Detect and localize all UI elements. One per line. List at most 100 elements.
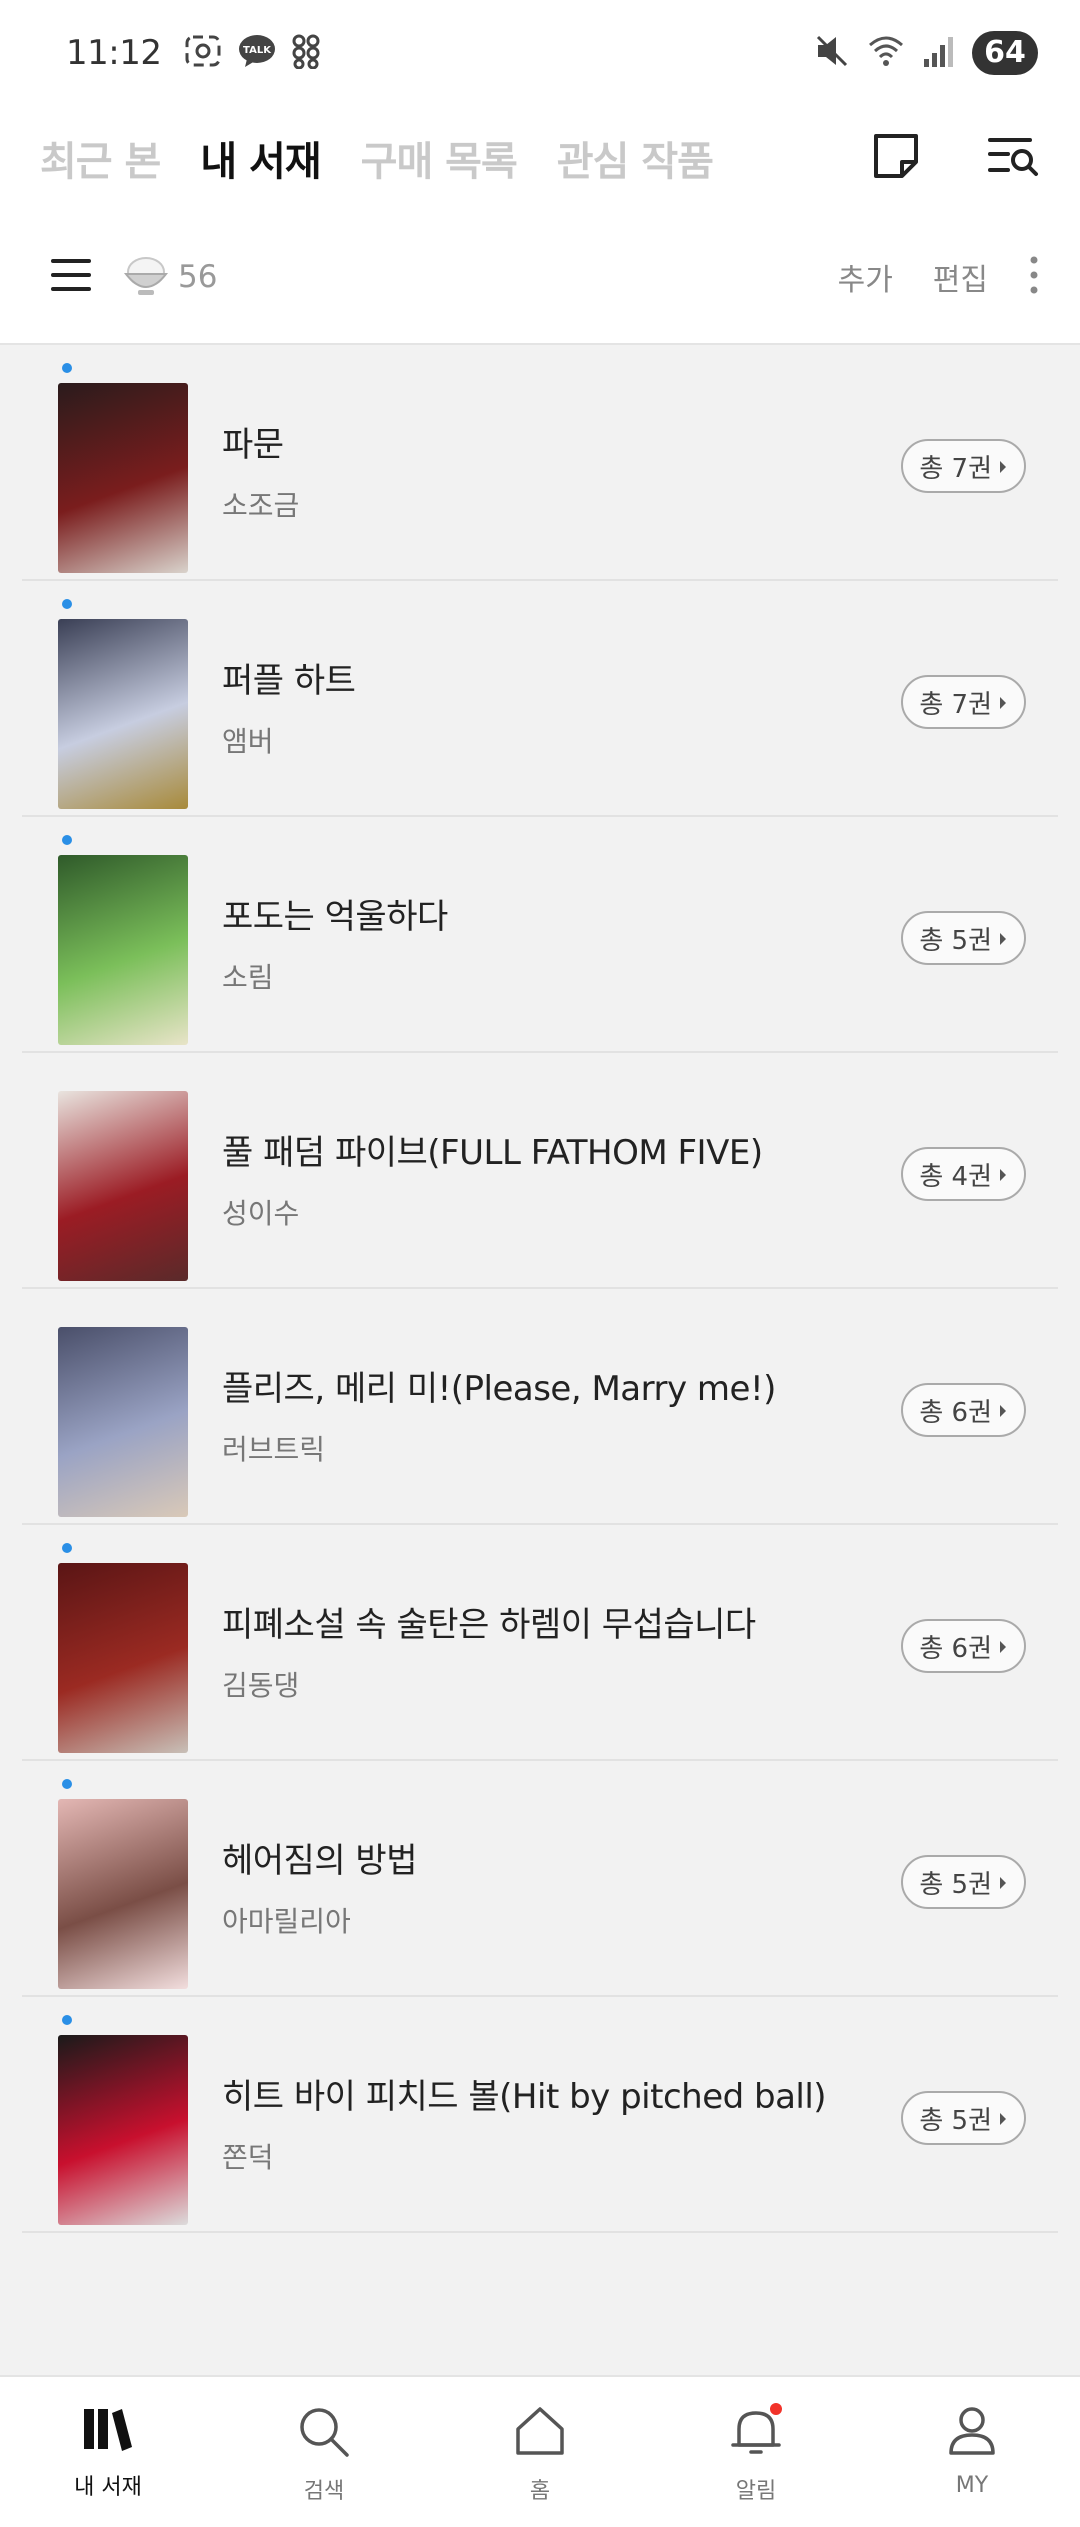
book-row[interactable]: 퍼플 하트 앰버 총 7권 [22,581,1058,817]
talk-icon: TALK [237,33,277,73]
volume-count-label: 총 6권 [919,1397,992,1428]
book-row[interactable]: 플리즈, 메리 미!(Please, Marry me!) 러브트릭 총 6권 [22,1289,1058,1525]
book-title: 포도는 억울하다 [222,897,448,937]
book-author: 쫀덕 [222,2141,274,2174]
app-grid-icon [291,33,321,73]
nav-home[interactable]: 홈 [432,2377,648,2527]
book-title: 헤어짐의 방법 [222,1841,418,1881]
volume-count-button[interactable]: 총 5권 [901,1855,1026,1909]
search-icon [297,2405,351,2461]
new-indicator-dot [62,2015,72,2025]
chevron-right-icon [998,1395,1008,1425]
nav-search[interactable]: 검색 [216,2377,432,2527]
book-row[interactable]: 포도는 억울하다 소림 총 5권 [22,817,1058,1053]
edit-button[interactable]: 편집 [933,255,988,299]
book-cover[interactable] [58,1091,188,1281]
volume-count-label: 총 7권 [919,689,992,720]
wifi-icon [866,33,906,73]
more-options-icon[interactable] [1028,254,1040,300]
nav-notifications[interactable]: 알림 [648,2377,864,2527]
bottom-nav: 내 서재 검색 홈 알림 MY [0,2375,1080,2527]
book-author: 김동댕 [222,1669,300,1702]
book-cover[interactable] [58,619,188,809]
book-cover[interactable] [58,1563,188,1753]
menu-icon[interactable] [50,255,92,299]
battery-indicator: 64 [972,30,1038,75]
top-nav: 최근 본 내 서재 구매 목록 관심 작품 [0,105,1080,210]
new-indicator-dot [62,1779,72,1789]
nav-label: 내 서재 [74,2475,142,2500]
chevron-right-icon [998,2103,1008,2133]
volume-count-label: 총 5권 [919,925,992,956]
book-author: 앰버 [222,725,274,758]
screenshot-icon [183,33,223,73]
nav-label: 홈 [529,2479,551,2504]
book-list: 파문 소조금 총 7권 퍼플 하트 앰버 총 7권 포도는 억울하다 소림 총 … [0,345,1080,2233]
new-indicator-dot [62,363,72,373]
volume-count-button[interactable]: 총 6권 [901,1619,1026,1673]
nav-my-library[interactable]: 내 서재 [0,2377,216,2527]
book-row[interactable]: 파문 소조금 총 7권 [22,345,1058,581]
book-cover[interactable] [58,855,188,1045]
svg-text:TALK: TALK [244,45,273,56]
tab-purchases[interactable]: 구매 목록 [361,129,518,187]
coin-balance: 56 [122,252,217,302]
book-author: 소조금 [222,489,300,522]
volume-count-button[interactable]: 총 7권 [901,439,1026,493]
volume-count-button[interactable]: 총 6권 [901,1383,1026,1437]
book-author: 러브트릭 [222,1433,326,1466]
book-cover[interactable] [58,2035,188,2225]
volume-count-button[interactable]: 총 5권 [901,2091,1026,2145]
signal-icon [922,33,956,73]
person-icon [945,2405,999,2461]
status-time: 11:12 [66,32,162,73]
book-title: 파문 [222,425,284,465]
volume-count-label: 총 5권 [919,2105,992,2136]
chevron-right-icon [998,1867,1008,1897]
rice-bowl-icon [122,252,170,302]
book-title: 퍼플 하트 [222,661,356,701]
tab-my-library[interactable]: 내 서재 [200,129,321,187]
library-icon [80,2405,136,2457]
tab-favorites[interactable]: 관심 작품 [557,129,714,187]
note-icon[interactable] [870,130,922,186]
volume-count-label: 총 6권 [919,1633,992,1664]
add-button[interactable]: 추가 [838,255,893,299]
volume-count-button[interactable]: 총 7권 [901,675,1026,729]
book-title: 피폐소설 속 술탄은 하렘이 무섭습니다 [222,1605,756,1645]
chevron-right-icon [998,687,1008,717]
nav-label: MY [955,2473,989,2498]
chevron-right-icon [998,1159,1008,1189]
chevron-right-icon [998,1631,1008,1661]
new-indicator-dot [62,1543,72,1553]
library-toolbar: 56 추가 편집 [0,210,1080,345]
new-indicator-dot [62,599,72,609]
book-row[interactable]: 헤어짐의 방법 아마릴리아 총 5권 [22,1761,1058,1997]
book-author: 아마릴리아 [222,1905,351,1938]
coin-count: 56 [178,258,218,295]
nav-label: 알림 [735,2479,777,2504]
book-author: 성이수 [222,1197,300,1230]
volume-count-label: 총 5권 [919,1869,992,1900]
new-indicator-dot [62,835,72,845]
book-row[interactable]: 풀 패덤 파이브(FULL FATHOM FIVE) 성이수 총 4권 [22,1053,1058,1289]
book-row[interactable]: 피폐소설 속 술탄은 하렘이 무섭습니다 김동댕 총 6권 [22,1525,1058,1761]
nav-my[interactable]: MY [864,2377,1080,2527]
book-title: 히트 바이 피치드 볼(Hit by pitched ball) [222,2077,827,2117]
nav-label: 검색 [303,2479,345,2504]
home-icon [513,2405,567,2461]
book-cover[interactable] [58,1327,188,1517]
volume-count-button[interactable]: 총 5권 [901,911,1026,965]
volume-count-label: 총 7권 [919,453,992,484]
list-search-icon[interactable] [986,134,1040,182]
chevron-right-icon [998,451,1008,481]
book-cover[interactable] [58,1799,188,1989]
mute-icon [814,33,850,73]
volume-count-button[interactable]: 총 4권 [901,1147,1026,1201]
book-cover[interactable] [58,383,188,573]
book-title: 풀 패덤 파이브(FULL FATHOM FIVE) [222,1133,763,1173]
book-title: 플리즈, 메리 미!(Please, Marry me!) [222,1369,776,1409]
status-bar: 11:12 TALK 64 [0,0,1080,105]
tab-recent[interactable]: 최근 본 [40,129,161,187]
book-row[interactable]: 히트 바이 피치드 볼(Hit by pitched ball) 쫀덕 총 5권 [22,1997,1058,2233]
